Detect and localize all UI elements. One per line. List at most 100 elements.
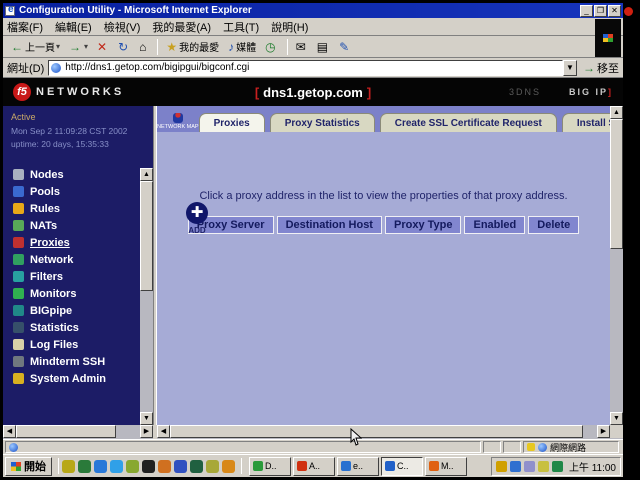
task-button[interactable]: A.. [293, 457, 335, 476]
maximize-button[interactable]: ❐ [594, 5, 607, 17]
sidebar-item-filters[interactable]: Filters [3, 268, 153, 285]
task-icon [341, 461, 351, 471]
print-button[interactable]: ▤ [313, 39, 334, 55]
media-button[interactable]: ♪ 媒體 [224, 37, 260, 56]
menu-help[interactable]: 說明(H) [271, 19, 308, 35]
tab-install-ssl-certificate[interactable]: Install SSL Certif [562, 113, 610, 132]
link-bigip[interactable]: BIG IP] [569, 87, 613, 97]
start-button[interactable]: 開始 [5, 457, 52, 476]
menu-tools[interactable]: 工具(T) [223, 19, 259, 35]
quick-launch-icon[interactable] [174, 460, 187, 473]
scroll-left-icon[interactable]: ◀ [3, 425, 16, 438]
log-files-icon [13, 339, 24, 350]
favorites-button[interactable]: ★ 我的最愛 [162, 37, 223, 56]
quick-launch-icon[interactable] [62, 460, 75, 473]
scroll-right-icon[interactable]: ▶ [140, 425, 153, 438]
go-button[interactable]: → 移至 [583, 60, 619, 76]
sidebar-item-pools[interactable]: Pools [3, 183, 153, 200]
sidebar-item-nodes[interactable]: Nodes [3, 166, 153, 183]
sidebar-item-proxies[interactable]: Proxies [3, 234, 153, 251]
forward-button[interactable]: → ▾ [65, 39, 92, 55]
sidebar-item-rules[interactable]: Rules [3, 200, 153, 217]
scrollbar-thumb[interactable] [140, 181, 153, 291]
address-label: 網址(D) [7, 60, 44, 76]
address-dropdown-button[interactable]: ▼ [563, 60, 577, 76]
quick-launch-icon[interactable] [206, 460, 219, 473]
sidebar-item-statistics[interactable]: Statistics [3, 319, 153, 336]
scroll-up-icon[interactable]: ▲ [610, 106, 623, 119]
browser-toolbar: ← 上一頁 ▾ → ▾ ✕ ↻ ⌂ ★ 我的最愛 ♪ 媒體 ◷ [3, 36, 623, 58]
recording-dot [624, 7, 633, 16]
tab-proxies[interactable]: Proxies [199, 113, 265, 132]
tray-icon[interactable] [538, 461, 549, 472]
back-button[interactable]: ← 上一頁 ▾ [7, 37, 64, 56]
tray-icon[interactable] [524, 461, 535, 472]
forward-dropdown-icon[interactable]: ▾ [84, 42, 88, 51]
tab-create-ssl-certificate-request[interactable]: Create SSL Certificate Request [380, 113, 557, 132]
sidebar-horizontal-scrollbar[interactable]: ◀ ▶ [3, 425, 153, 439]
close-button[interactable]: ✕ [608, 5, 621, 17]
scroll-up-icon[interactable]: ▲ [140, 168, 153, 181]
edit-button[interactable]: ✎ [335, 39, 355, 55]
quick-launch-icon[interactable] [126, 460, 139, 473]
sidebar-item-mindterm-ssh[interactable]: Mindterm SSH [3, 353, 153, 370]
favorites-icon: ★ [166, 41, 177, 53]
sidebar-vertical-scrollbar[interactable]: ▲ ▼ [140, 168, 153, 425]
address-input[interactable]: http://dns1.getop.com/bigipgui/bigconf.c… [48, 60, 563, 76]
sidebar-item-network[interactable]: Network [3, 251, 153, 268]
minimize-button[interactable]: _ [580, 5, 593, 17]
tab-proxy-statistics[interactable]: Proxy Statistics [270, 113, 375, 132]
sidebar-item-monitors[interactable]: Monitors [3, 285, 153, 302]
quick-launch-icon[interactable] [94, 460, 107, 473]
sidebar-item-system-admin[interactable]: System Admin [3, 370, 153, 387]
task-button[interactable]: e.. [337, 457, 379, 476]
back-dropdown-icon[interactable]: ▾ [56, 42, 60, 51]
menu-favorites[interactable]: 我的最愛(A) [152, 19, 211, 35]
window-titlebar[interactable]: Configuration Utility - Microsoft Intern… [3, 3, 623, 18]
task-button[interactable]: D.. [249, 457, 291, 476]
scrollbar-thumb[interactable] [170, 425, 583, 438]
task-button[interactable]: M.. [425, 457, 467, 476]
menu-edit[interactable]: 編輯(E) [55, 19, 92, 35]
quick-launch-icon[interactable] [78, 460, 91, 473]
network-map-button[interactable]: NETWORK MAP [157, 113, 199, 132]
navigation-sidebar: Active Mon Sep 2 11:09:28 CST 2002 uptim… [3, 106, 153, 425]
sidebar-item-log-files[interactable]: Log Files [3, 336, 153, 353]
tray-icon[interactable] [496, 461, 507, 472]
task-button-active[interactable]: C.. [381, 457, 423, 476]
scroll-down-icon[interactable]: ▼ [610, 412, 623, 425]
refresh-button[interactable]: ↻ [114, 39, 134, 55]
system-status: Active Mon Sep 2 11:09:28 CST 2002 uptim… [3, 106, 153, 156]
windows-logo-icon [11, 462, 21, 471]
tray-icon[interactable] [552, 461, 563, 472]
sidebar-item-bigpipe[interactable]: BIGpipe [3, 302, 153, 319]
quick-launch-icon[interactable] [158, 460, 171, 473]
mail-button[interactable]: ✉ [292, 39, 312, 55]
scrollbar-thumb[interactable] [16, 425, 116, 438]
scrollbar-thumb[interactable] [610, 119, 623, 249]
taskbar: 開始 D.. A.. [3, 454, 623, 477]
quick-launch-icon[interactable] [222, 460, 235, 473]
history-button[interactable]: ◷ [261, 39, 281, 55]
mouse-cursor [350, 428, 362, 451]
link-3dns[interactable]: 3DNS [509, 87, 541, 97]
task-icon [253, 461, 263, 471]
scroll-right-icon[interactable]: ▶ [597, 425, 610, 438]
menu-file[interactable]: 檔案(F) [7, 19, 43, 35]
quick-launch-icon[interactable] [110, 460, 123, 473]
status-uptime: uptime: 20 days, 15:35:33 [11, 139, 147, 149]
main-horizontal-scrollbar[interactable]: ◀ ▶ [157, 425, 623, 439]
home-button[interactable]: ⌂ [135, 39, 152, 55]
sidebar-item-nats[interactable]: NATs [3, 217, 153, 234]
menu-view[interactable]: 檢視(V) [104, 19, 141, 35]
quick-launch-icon[interactable] [190, 460, 203, 473]
quick-launch-icon[interactable] [142, 460, 155, 473]
mindterm-ssh-icon [13, 356, 24, 367]
scroll-left-icon[interactable]: ◀ [157, 425, 170, 438]
url-globe-icon [51, 63, 61, 73]
scroll-down-icon[interactable]: ▼ [140, 412, 153, 425]
stop-button[interactable]: ✕ [93, 39, 113, 55]
add-proxy-button[interactable]: ✚ ADD [175, 202, 219, 235]
tray-icon[interactable] [510, 461, 521, 472]
main-vertical-scrollbar[interactable]: ▲ ▼ [610, 106, 623, 425]
